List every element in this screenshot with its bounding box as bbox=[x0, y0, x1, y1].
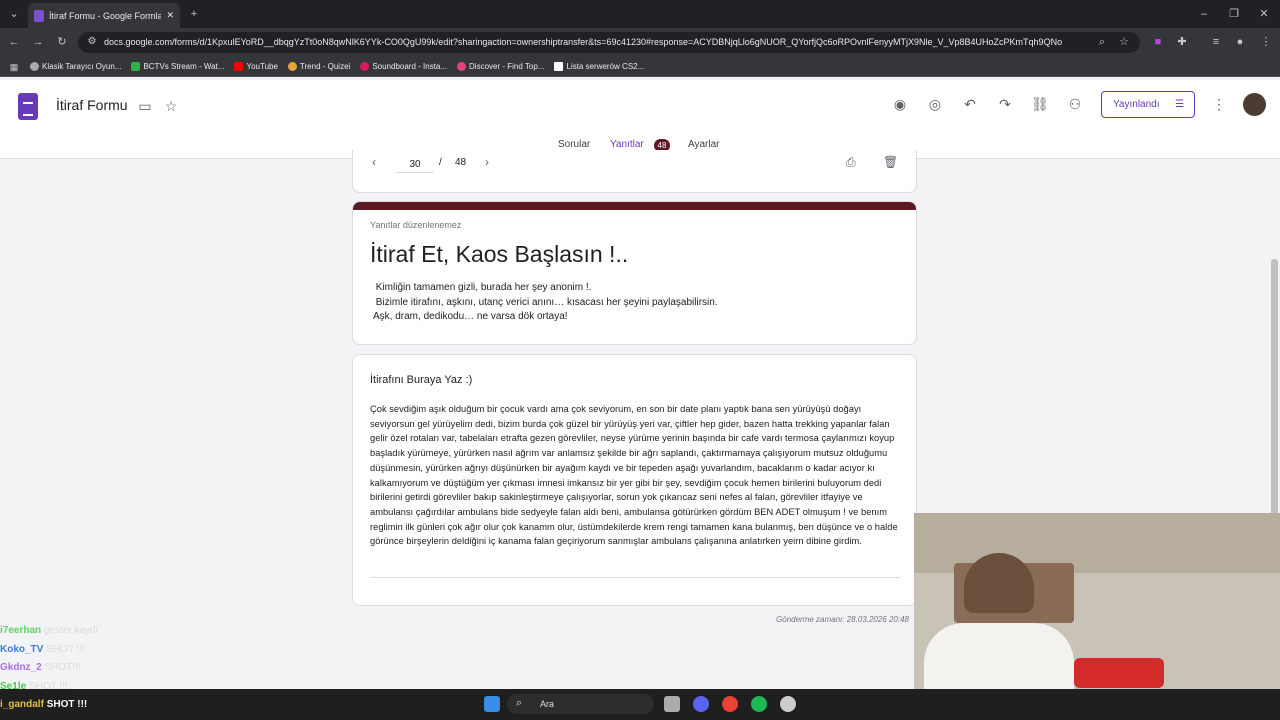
profile-icon[interactable]: ● bbox=[1230, 32, 1250, 52]
back-icon[interactable]: ← bbox=[4, 32, 24, 52]
bookmark-item[interactable]: Discover - Find Top... bbox=[457, 62, 544, 71]
response-answer: Çok sevdiğim aşık olduğum bir çocuk vard… bbox=[370, 404, 898, 547]
tab-title: İtiraf Formu - Google Formlar bbox=[49, 10, 162, 21]
answer-underline bbox=[370, 577, 900, 578]
next-response-icon[interactable]: › bbox=[485, 155, 489, 169]
site-info-icon[interactable]: ⚙ bbox=[82, 32, 102, 52]
print-icon[interactable]: ⎙ bbox=[846, 155, 856, 170]
maximize-icon[interactable]: ❐ bbox=[1224, 4, 1244, 24]
form-name[interactable]: İtiraf Formu bbox=[56, 97, 128, 113]
close-window-icon[interactable]: ✕ bbox=[1254, 4, 1274, 24]
tab-questions[interactable]: Sorular bbox=[558, 139, 590, 150]
minimize-icon[interactable]: – bbox=[1194, 4, 1214, 24]
media-icon[interactable]: ≡ bbox=[1206, 32, 1226, 52]
bookmark-item[interactable]: Klasik Tarayıcı Oyun... bbox=[30, 62, 121, 71]
sliders-icon: ☰ bbox=[1175, 99, 1184, 110]
person-shirt bbox=[924, 623, 1074, 691]
submission-timestamp: Gönderme zamanı: 28.03.2026 20:48 bbox=[776, 615, 909, 624]
zoom-icon[interactable]: ⌕ bbox=[1092, 32, 1112, 52]
chrome-menu-icon[interactable]: ⋮ bbox=[1256, 32, 1276, 52]
youtube-icon bbox=[234, 62, 244, 71]
bookmark-item[interactable]: YouTube bbox=[234, 62, 278, 71]
reload-icon[interactable]: ↻ bbox=[52, 32, 72, 52]
theme-accent-bar bbox=[353, 202, 916, 210]
forms-favicon-icon bbox=[34, 9, 44, 22]
bookmarks-bar: ▦ Klasik Tarayıcı Oyun... BCTVs Stream -… bbox=[0, 57, 1280, 77]
responses-not-editable-note: Yanıtlar düzenlenemez bbox=[370, 220, 462, 230]
bookmark-star-icon[interactable]: ☆ bbox=[1114, 32, 1134, 52]
previous-response-icon[interactable]: ‹ bbox=[372, 155, 376, 169]
windows-start-icon[interactable] bbox=[484, 696, 500, 712]
redo-icon[interactable]: ↷ bbox=[994, 93, 1016, 115]
bookmark-favicon-icon bbox=[360, 62, 370, 71]
response-pager bbox=[352, 150, 917, 193]
chat-message: Gkdnz_2 SHOT!!! bbox=[0, 662, 81, 673]
task-view-icon[interactable] bbox=[664, 696, 680, 712]
search-placeholder: Ara bbox=[540, 699, 555, 709]
bookmark-item[interactable]: Trend - Quizei bbox=[287, 62, 350, 71]
question-label: İtirafını Buraya Yaz :) bbox=[370, 374, 473, 386]
bookmark-favicon-icon bbox=[30, 62, 39, 71]
bookmark-item[interactable]: Soundboard - Insta... bbox=[360, 62, 447, 71]
extension-icon[interactable]: ■ bbox=[1148, 32, 1168, 52]
link-icon[interactable]: ⛓ bbox=[1029, 93, 1051, 115]
pager-separator: / bbox=[439, 157, 442, 168]
folder-icon[interactable]: ▭ bbox=[134, 95, 156, 117]
tab-settings[interactable]: Ayarlar bbox=[688, 139, 720, 150]
app-icon[interactable] bbox=[780, 696, 796, 712]
pager-total: 48 bbox=[455, 157, 467, 168]
search-icon: ⌕ bbox=[516, 697, 523, 709]
chrome-icon[interactable] bbox=[722, 696, 738, 712]
chat-message: i_gandalf SHOT !!! bbox=[0, 699, 88, 710]
taskbar-search[interactable]: Ara bbox=[507, 694, 654, 714]
published-button[interactable]: Yayınlandı ☰ bbox=[1101, 91, 1195, 118]
avatar[interactable] bbox=[1243, 93, 1266, 116]
tab-responses[interactable]: Yanıtlar bbox=[610, 139, 644, 150]
more-options-icon[interactable]: ⋮ bbox=[1208, 93, 1230, 115]
chat-message: i7eerhan gester kaydi bbox=[0, 625, 98, 636]
extensions-puzzle-icon[interactable]: ✚ bbox=[1172, 32, 1192, 52]
google-forms-icon[interactable] bbox=[18, 93, 38, 120]
tab-search-icon[interactable]: ⌄ bbox=[4, 4, 24, 24]
preview-eye-icon[interactable]: ◎ bbox=[924, 93, 946, 115]
undo-icon[interactable]: ↶ bbox=[959, 93, 981, 115]
form-title: İtiraf Et, Kaos Başlasın !.. bbox=[370, 241, 629, 267]
delete-icon[interactable]: 🗑 bbox=[883, 155, 898, 169]
forward-icon[interactable]: → bbox=[28, 32, 48, 52]
bookmark-favicon-icon bbox=[131, 62, 141, 71]
microphone bbox=[1074, 658, 1164, 688]
bookmark-favicon-icon bbox=[287, 62, 297, 71]
apps-grid-icon[interactable]: ▦ bbox=[8, 61, 20, 73]
bookmark-item[interactable]: Lista serwerów CS2... bbox=[554, 62, 644, 71]
webcam-overlay bbox=[914, 513, 1280, 691]
response-number-input[interactable]: 30 bbox=[396, 156, 434, 173]
address-bar[interactable]: docs.google.com/forms/d/1KpxulEYoRD__dbq… bbox=[78, 32, 1140, 53]
bookmark-favicon-icon bbox=[554, 62, 564, 71]
spotify-icon[interactable] bbox=[751, 696, 767, 712]
discord-icon[interactable] bbox=[693, 696, 709, 712]
new-tab-icon[interactable]: + bbox=[184, 4, 204, 24]
published-label: Yayınlandı bbox=[1113, 99, 1160, 110]
bookmark-favicon-icon bbox=[457, 62, 467, 71]
chat-message: Koko_TV SHOT !!! bbox=[0, 644, 85, 655]
url-text: docs.google.com/forms/d/1KpxulEYoRD__dbq… bbox=[104, 37, 1063, 47]
close-tab-icon[interactable]: ✕ bbox=[166, 10, 174, 21]
palette-icon[interactable]: ◉ bbox=[889, 93, 911, 115]
add-collaborator-icon[interactable]: ⚇ bbox=[1064, 93, 1086, 115]
form-description: Kimliğin tamamen gizli, burada her şey a… bbox=[373, 282, 718, 323]
star-icon[interactable]: ☆ bbox=[160, 95, 182, 117]
bookmark-item[interactable]: BCTVs Stream - Wat... bbox=[131, 62, 224, 71]
browser-tab[interactable]: İtiraf Formu - Google Formlar ✕ bbox=[28, 3, 180, 28]
